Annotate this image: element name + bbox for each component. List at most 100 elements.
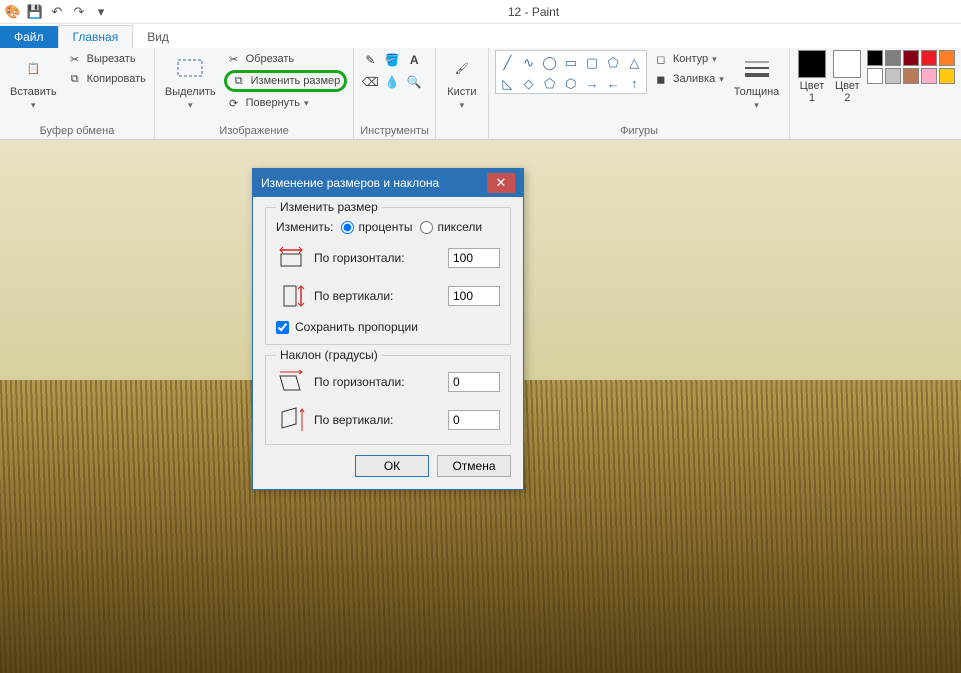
rotate-icon: ⟳ [226,95,242,111]
shape-oval[interactable]: ◯ [539,52,560,73]
shapes-gallery[interactable]: ╱ ∿ ◯ ▭ ▢ ⬠ △ ◺ ◇ ⬠ ⬡ → ← ↑ [495,50,647,94]
rotate-button[interactable]: ⟳ Повернуть ▾ [224,94,348,112]
copy-button[interactable]: ⧉ Копировать [65,70,148,88]
keep-aspect-check[interactable]: Сохранить пропорции [276,320,500,334]
shape-arr-l[interactable]: ← [603,73,624,94]
skew-fieldset: Наклон (градусы) По горизонтали: По верт… [265,355,511,445]
palette-swatch[interactable] [939,68,955,84]
resize-v-icon [276,282,306,310]
radio-percent-input[interactable] [341,221,354,234]
resize-v-input[interactable] [448,286,500,306]
picker-tool[interactable]: 💧 [382,72,402,92]
resize-by-row: Изменить: проценты пиксели [276,220,500,234]
resize-h-input[interactable] [448,248,500,268]
copy-label: Копировать [87,73,146,85]
palette-swatch[interactable] [885,50,901,66]
palette-swatch[interactable] [885,68,901,84]
cut-button[interactable]: ✂ Вырезать [65,50,148,68]
shape-rtri[interactable]: ◺ [497,73,518,94]
ribbon-tabs: Файл Главная Вид [0,24,961,48]
cancel-button[interactable]: Отмена [437,455,511,477]
color1-swatch [798,50,826,78]
chevron-down-icon: ▾ [460,100,465,111]
fill-label: Заливка [673,73,715,85]
fill-tool[interactable]: 🪣 [382,50,402,70]
brushes-button[interactable]: 🖌 Кисти ▾ [442,50,482,113]
resize-button[interactable]: ⧉ Изменить размер [224,70,348,92]
shape-arr-u[interactable]: ↑ [624,73,645,94]
radio-percent[interactable]: проценты [341,220,412,234]
skew-h-input[interactable] [448,372,500,392]
shape-diamond[interactable]: ◇ [518,73,539,94]
select-button[interactable]: Выделить ▾ [161,50,220,113]
keep-aspect-input[interactable] [276,321,289,334]
radio-pixels-input[interactable] [420,221,433,234]
save-icon[interactable]: 💾 [26,3,44,21]
eraser-tool[interactable]: ⌫ [360,72,380,92]
shape-poly[interactable]: ⬠ [603,52,624,73]
palette-swatch[interactable] [921,68,937,84]
group-image-label: Изображение [161,123,347,139]
palette-swatch[interactable] [921,50,937,66]
palette-swatch[interactable] [867,68,883,84]
shape-hex[interactable]: ⬡ [560,73,581,94]
group-shapes-label: Фигуры [495,123,783,139]
shape-tri[interactable]: △ [624,52,645,73]
palette-swatch[interactable] [867,50,883,66]
shape-curve[interactable]: ∿ [518,52,539,73]
tab-home[interactable]: Главная [58,25,134,48]
skew-v-input[interactable] [448,410,500,430]
redo-icon[interactable]: ↷ [70,3,88,21]
shape-fill-button[interactable]: ◼ Заливка▾ [651,70,726,88]
magnifier-icon: 🔍 [407,75,422,89]
bucket-icon: 🪣 [385,53,400,67]
palette-swatch[interactable] [939,50,955,66]
pencil-icon: ✎ [365,53,375,67]
crop-label: Обрезать [246,53,295,65]
scissors-icon: ✂ [67,51,83,67]
text-tool[interactable]: A [404,50,424,70]
paint-icon: 🎨 [4,3,22,21]
shape-line[interactable]: ╱ [497,52,518,73]
color1-button[interactable]: Цвет 1 [796,50,827,104]
ok-button[interactable]: ОК [355,455,429,477]
resize-label: Изменить размер [251,75,341,87]
tab-view[interactable]: Вид [133,26,183,48]
crop-button[interactable]: ✂ Обрезать [224,50,348,68]
group-brushes: 🖌 Кисти ▾ [436,48,489,139]
palette-swatch[interactable] [903,68,919,84]
resize-h-icon [276,244,306,272]
color2-button[interactable]: Цвет 2 [832,50,863,104]
color2-swatch [833,50,861,78]
pencil-tool[interactable]: ✎ [360,50,380,70]
close-icon: ✕ [496,175,507,191]
tab-file[interactable]: Файл [0,26,58,48]
resize-fieldset: Изменить размер Изменить: проценты пиксе… [265,207,511,345]
dialog-close-button[interactable]: ✕ [487,173,515,193]
shape-arr-r[interactable]: → [581,73,602,94]
palette-swatch[interactable] [903,50,919,66]
resize-legend: Изменить размер [276,200,382,214]
zoom-tool[interactable]: 🔍 [404,72,424,92]
color1-label: Цвет 1 [796,80,827,104]
thickness-button[interactable]: Толщина ▾ [730,50,784,113]
color2-label: Цвет 2 [832,80,863,104]
shape-rect[interactable]: ▭ [560,52,581,73]
select-label: Выделить [165,86,216,98]
radio-pixels[interactable]: пиксели [420,220,482,234]
dialog-titlebar[interactable]: Изменение размеров и наклона ✕ [253,169,523,197]
outline-label: Контур [673,53,708,65]
paste-label: Вставить [10,86,57,98]
shape-rrect[interactable]: ▢ [581,52,602,73]
resize-skew-dialog: Изменение размеров и наклона ✕ Изменить … [252,168,524,490]
resize-v-label: По вертикали: [314,289,440,303]
skew-h-icon [276,368,306,396]
shape-pent[interactable]: ⬠ [539,73,560,94]
undo-icon[interactable]: ↶ [48,3,66,21]
qat-dropdown-icon[interactable]: ▾ [92,3,110,21]
shape-outline-button[interactable]: ◻ Контур▾ [651,50,726,68]
paste-button[interactable]: 📋 Вставить ▾ [6,50,61,113]
color-palette [867,50,955,84]
chevron-down-icon: ▾ [754,100,759,111]
thickness-icon [741,52,773,84]
